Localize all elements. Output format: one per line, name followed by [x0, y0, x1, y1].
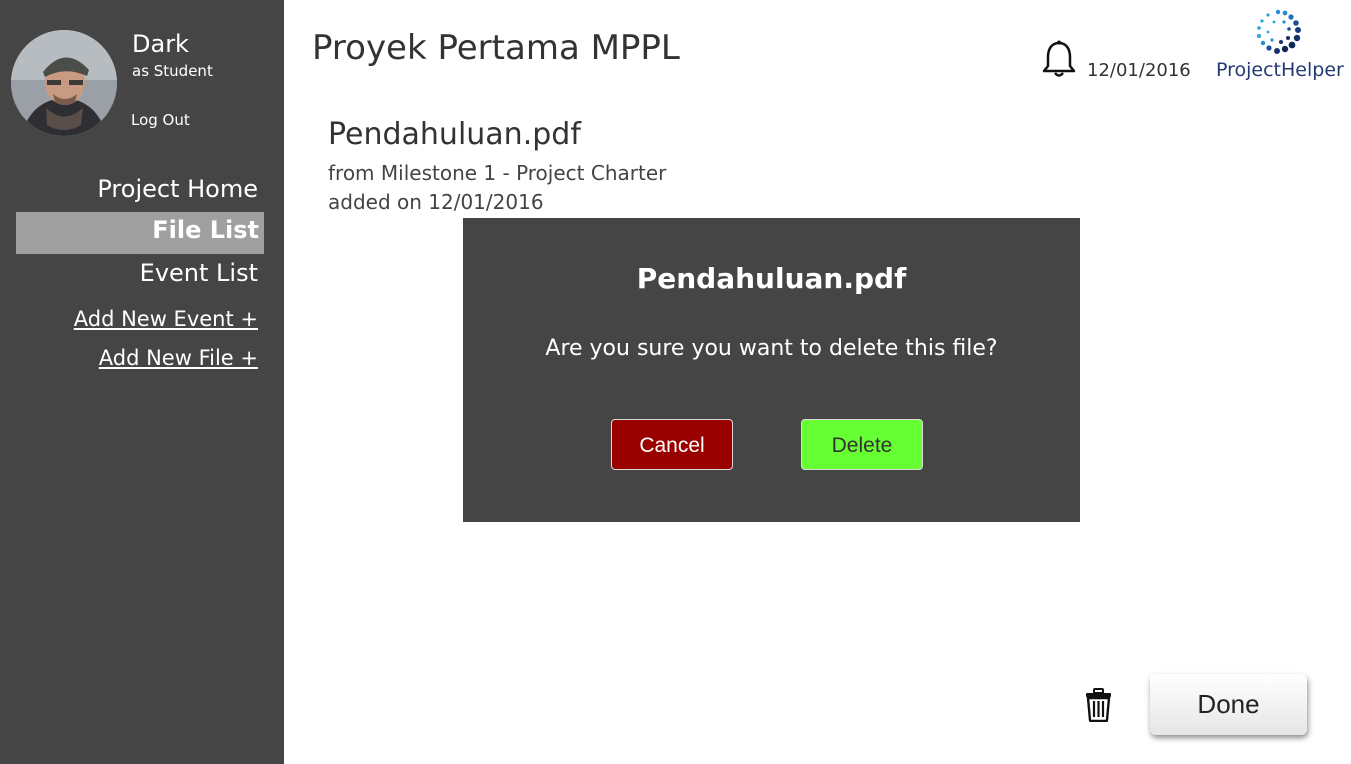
sidebar-item-file-list[interactable]: File List	[16, 212, 264, 254]
page-title: Proyek Pertama MPPL	[312, 28, 680, 68]
logout-link[interactable]: Log Out	[131, 111, 190, 129]
sidebar-item-project-home[interactable]: Project Home	[97, 175, 258, 203]
user-role: as Student	[132, 62, 213, 80]
trash-icon[interactable]	[1085, 688, 1112, 723]
cancel-button[interactable]: Cancel	[611, 419, 733, 470]
add-new-file-link[interactable]: Add New File +	[99, 346, 258, 370]
delete-button[interactable]: Delete	[801, 419, 923, 470]
avatar	[11, 30, 117, 136]
sidebar-item-label: File List	[152, 216, 259, 244]
sidebar: Dark as Student Log Out Project Home Fil…	[0, 0, 284, 764]
dialog-message: Are you sure you want to delete this fil…	[545, 336, 998, 361]
file-added-date: added on 12/01/2016	[328, 190, 544, 214]
logo-text: ProjectHelper	[1216, 59, 1344, 81]
avatar-photo	[11, 30, 117, 136]
add-new-event-link[interactable]: Add New Event +	[74, 307, 258, 331]
header-date: 12/01/2016	[1087, 60, 1191, 81]
done-button[interactable]: Done	[1150, 674, 1307, 735]
sidebar-item-event-list[interactable]: Event List	[140, 259, 258, 287]
file-title: Pendahuluan.pdf	[328, 117, 581, 152]
delete-confirm-dialog: Pendahuluan.pdf Are you sure you want to…	[463, 218, 1080, 522]
file-source: from Milestone 1 - Project Charter	[328, 161, 667, 185]
user-name: Dark	[132, 30, 189, 58]
dialog-title: Pendahuluan.pdf	[636, 262, 907, 295]
bell-icon[interactable]	[1042, 40, 1076, 78]
